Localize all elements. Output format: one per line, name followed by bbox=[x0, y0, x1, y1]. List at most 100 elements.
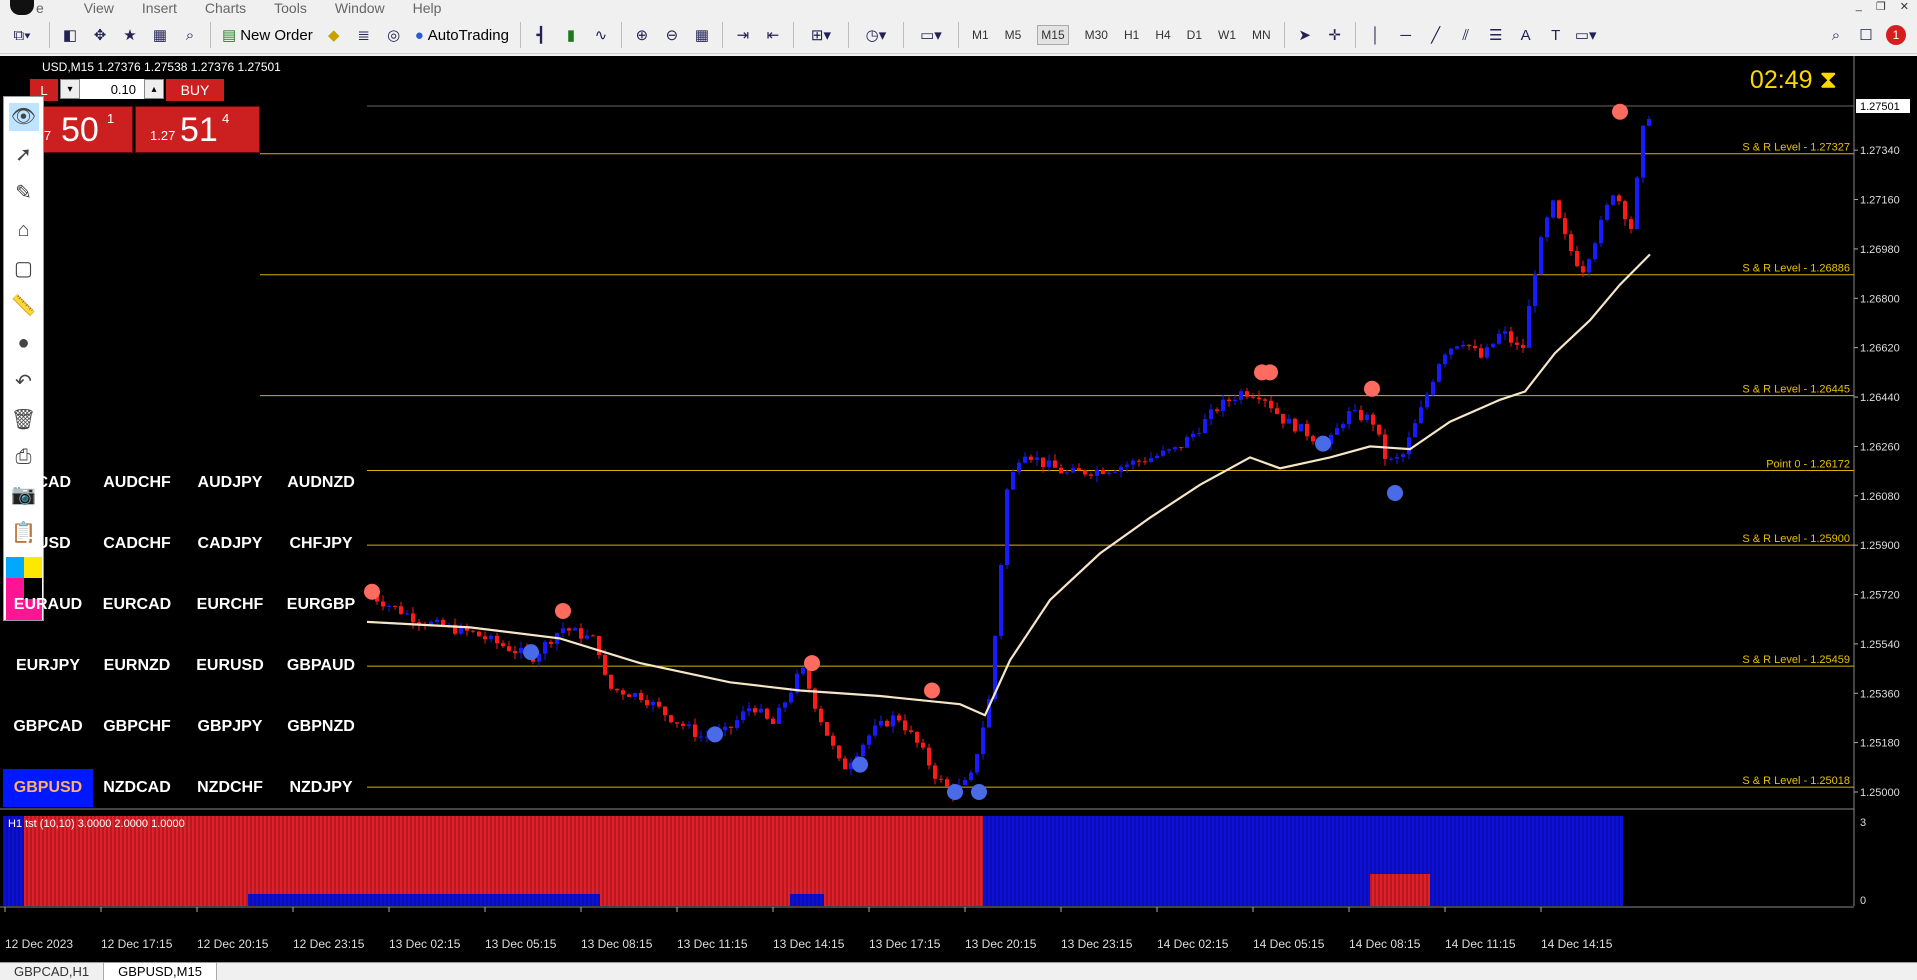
symbol-eurnzd[interactable]: EURNZD bbox=[92, 647, 182, 685]
text-label-icon[interactable]: T bbox=[1543, 21, 1569, 49]
new-chart-icon[interactable]: ⧉▾ bbox=[2, 21, 42, 49]
symbol-cadchf[interactable]: CADCHF bbox=[92, 525, 182, 563]
text-icon[interactable]: A bbox=[1513, 21, 1539, 49]
symbol-gbpusd[interactable]: GBPUSD bbox=[3, 769, 93, 807]
new-order-button[interactable]: ▤ New Order bbox=[218, 21, 317, 49]
menu-view[interactable]: View bbox=[84, 0, 114, 16]
search-icon[interactable]: ⌕ bbox=[1823, 21, 1849, 49]
symbol-gbpjpy[interactable]: GBPJPY bbox=[185, 708, 275, 746]
navigator-icon[interactable]: ★ bbox=[117, 21, 143, 49]
channel-icon[interactable]: ⫽ bbox=[1453, 21, 1479, 49]
dot-icon[interactable]: ● bbox=[9, 330, 39, 358]
signals-icon[interactable]: ◎ bbox=[381, 21, 407, 49]
zoom-out-icon[interactable]: ⊖ bbox=[659, 21, 685, 49]
minimize-icon[interactable]: _ bbox=[1856, 0, 1862, 13]
tf-d1[interactable]: D1 bbox=[1187, 28, 1202, 42]
symbol-eurjpy[interactable]: EURJPY bbox=[3, 647, 93, 685]
arrows-icon[interactable]: ▭▾ bbox=[1573, 21, 1599, 49]
candle-body bbox=[1311, 436, 1315, 442]
menu-window[interactable]: Window bbox=[335, 0, 385, 16]
cursor-icon[interactable]: ➤ bbox=[1292, 21, 1318, 49]
symbol-chfjpy[interactable]: CHFJPY bbox=[276, 525, 366, 563]
eye-icon[interactable]: 👁 bbox=[8, 103, 39, 131]
symbol-eurcad[interactable]: EURCAD bbox=[92, 586, 182, 624]
symbol-audchf[interactable]: AUDCHF bbox=[92, 464, 182, 502]
menu-charts[interactable]: Charts bbox=[205, 0, 246, 16]
symbol-gbpchf[interactable]: GBPCHF bbox=[92, 708, 182, 746]
menu-insert[interactable]: Insert bbox=[142, 0, 177, 16]
ruler-icon[interactable]: 📏 bbox=[9, 292, 39, 320]
candle-chart-icon[interactable]: ▮ bbox=[558, 21, 584, 49]
tf-w1[interactable]: W1 bbox=[1218, 28, 1236, 42]
symbol-cadjpy[interactable]: CADJPY bbox=[185, 525, 275, 563]
database-icon[interactable]: ≣ bbox=[351, 21, 377, 49]
symbol-audnzd[interactable]: AUDNZD bbox=[276, 464, 366, 502]
symbol-eurgbp[interactable]: EURGBP bbox=[276, 586, 366, 624]
menu-file[interactable]: e bbox=[36, 0, 44, 16]
undo-icon[interactable]: ↶ bbox=[9, 368, 39, 396]
symbol-gbpaud[interactable]: GBPAUD bbox=[276, 647, 366, 685]
tf-m5[interactable]: M5 bbox=[1005, 28, 1022, 42]
autotrading-button[interactable]: ● AutoTrading bbox=[411, 21, 513, 49]
vertical-line-icon[interactable]: │ bbox=[1363, 21, 1389, 49]
indicators-icon[interactable]: ⊞▾ bbox=[801, 21, 841, 49]
lot-size-input[interactable]: ▾ 0.10 ▴ bbox=[60, 79, 164, 99]
rectangle-icon[interactable]: ▢ bbox=[9, 254, 39, 282]
symbol-dusd[interactable]: DUSD bbox=[3, 525, 93, 563]
tf-mn[interactable]: MN bbox=[1252, 28, 1271, 42]
restore-icon[interactable]: ❐ bbox=[1876, 0, 1886, 13]
tf-h4[interactable]: H4 bbox=[1155, 28, 1170, 42]
templates-icon[interactable]: ▭▾ bbox=[911, 21, 951, 49]
periods-icon[interactable]: ◷▾ bbox=[856, 21, 896, 49]
symbol-eurusd[interactable]: EURUSD bbox=[185, 647, 275, 685]
tag-icon[interactable]: ⌂ bbox=[9, 216, 39, 244]
symbol-gbpcad[interactable]: GBPCAD bbox=[3, 708, 93, 746]
menu-tools[interactable]: Tools bbox=[274, 0, 307, 16]
horizontal-line-icon[interactable]: ─ bbox=[1393, 21, 1419, 49]
buy-price-box[interactable]: 1.27 51 4 bbox=[135, 106, 260, 153]
terminal-icon[interactable]: ▦ bbox=[147, 21, 173, 49]
tab-gbpusd-m15[interactable]: GBPUSD,M15 bbox=[104, 963, 217, 980]
trash-icon[interactable]: 🗑 bbox=[9, 405, 39, 433]
candle-body bbox=[1011, 472, 1015, 490]
symbol-euraud[interactable]: EURAUD bbox=[3, 586, 93, 624]
lot-increase-icon[interactable]: ▴ bbox=[144, 79, 164, 99]
buy-button[interactable]: BUY bbox=[166, 79, 224, 101]
notification-icon[interactable]: 1 bbox=[1883, 21, 1909, 49]
market-watch-icon[interactable]: ◧ bbox=[57, 21, 83, 49]
fibonacci-icon[interactable]: ☰ bbox=[1483, 21, 1509, 49]
tf-h1[interactable]: H1 bbox=[1124, 28, 1139, 42]
chart-window[interactable]: S & R Level - 1.27327 S & R Level - 1.268… bbox=[0, 56, 1917, 962]
symbol-audjpy[interactable]: AUDJPY bbox=[185, 464, 275, 502]
tf-m1[interactable]: M1 bbox=[972, 28, 989, 42]
candle-body bbox=[1167, 449, 1171, 451]
close-icon[interactable]: ✕ bbox=[1900, 0, 1909, 13]
metaeditor-icon[interactable]: ◆ bbox=[321, 21, 347, 49]
tf-m30[interactable]: M30 bbox=[1085, 28, 1108, 42]
symbol-gbpnzd[interactable]: GBPNZD bbox=[276, 708, 366, 746]
chart-shift-icon[interactable]: ⇤ bbox=[760, 21, 786, 49]
bar-chart-icon[interactable]: ┫ bbox=[528, 21, 554, 49]
chat-icon[interactable]: ☐ bbox=[1853, 21, 1879, 49]
pen-icon[interactable]: ✎ bbox=[9, 179, 39, 207]
symbol-dcad[interactable]: DCAD bbox=[3, 464, 93, 502]
zoom-in-icon[interactable]: ⊕ bbox=[629, 21, 655, 49]
sell-price-box[interactable]: .27 50 1 bbox=[30, 106, 133, 153]
lot-decrease-icon[interactable]: ▾ bbox=[60, 79, 80, 99]
tf-m15[interactable]: M15 bbox=[1037, 25, 1069, 45]
trendline-icon[interactable]: ╱ bbox=[1423, 21, 1449, 49]
symbol-nzdchf[interactable]: NZDCHF bbox=[185, 769, 275, 807]
menu-help[interactable]: Help bbox=[413, 0, 442, 16]
crosshair-move-icon[interactable]: ✥ bbox=[87, 21, 113, 49]
tester-icon[interactable]: ⌕ bbox=[177, 21, 203, 49]
symbol-nzdcad[interactable]: NZDCAD bbox=[92, 769, 182, 807]
tile-windows-icon[interactable]: ▦ bbox=[689, 21, 715, 49]
symbol-eurchf[interactable]: EURCHF bbox=[185, 586, 275, 624]
tab-gbpcad-h1[interactable]: GBPCAD,H1 bbox=[0, 963, 105, 980]
crosshair-icon[interactable]: ✛ bbox=[1322, 21, 1348, 49]
symbol-nzdjpy[interactable]: NZDJPY bbox=[276, 769, 366, 807]
autoscroll-icon[interactable]: ⇥ bbox=[730, 21, 756, 49]
candle-body bbox=[1569, 234, 1573, 252]
line-chart-icon[interactable]: ∿ bbox=[588, 21, 614, 49]
pointer-icon[interactable]: ➚ bbox=[9, 141, 39, 169]
